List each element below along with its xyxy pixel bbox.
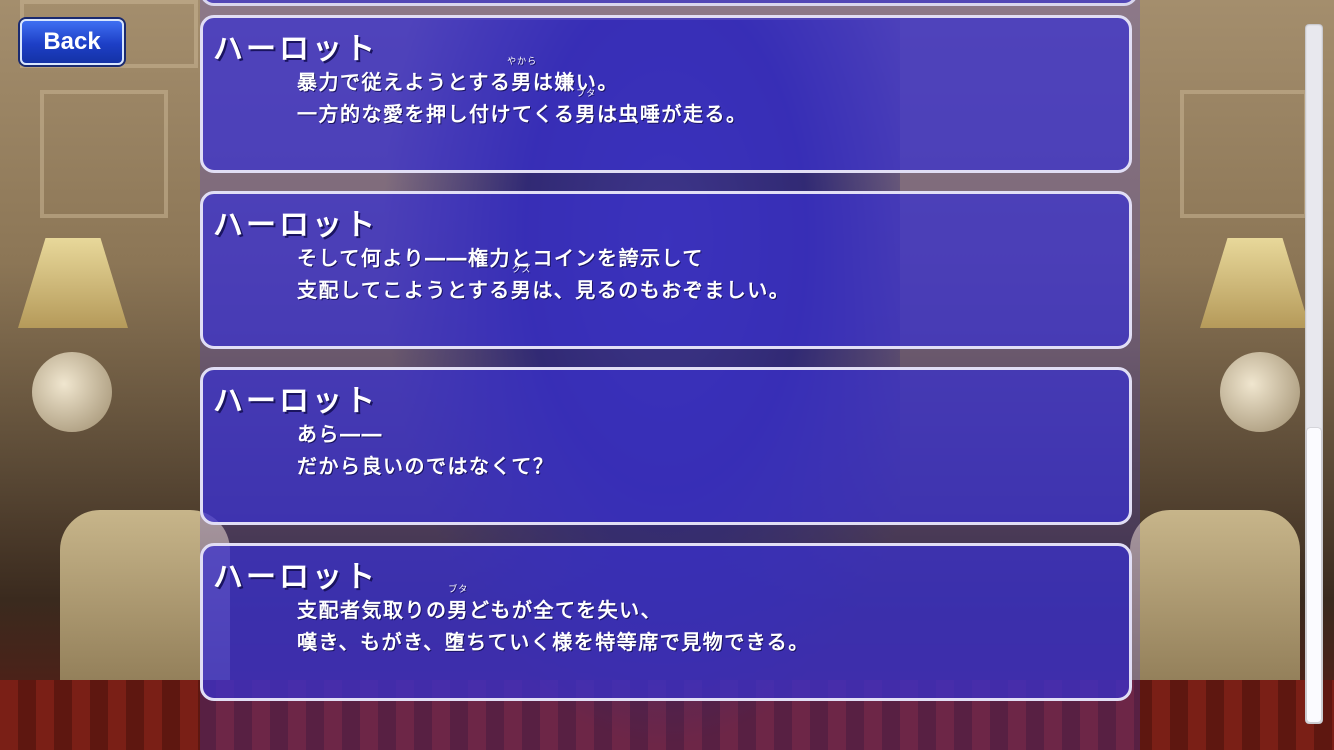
speaker-name: ハーロット (213, 384, 378, 419)
log-entry: ハーロット そして何より――権力とコインを誇示して 支配してこようとする男 クズは… (200, 191, 1132, 349)
sofa (1130, 510, 1300, 700)
dialogue-line: 支配者気取りの男 ブタ どもが全てを失い、 (297, 585, 810, 626)
dialogue-text: 支配者気取りの男 ブタ どもが全てを失い、 嘆き、もがき、堕ちていく様を特等席で見物… (297, 585, 810, 658)
lamp-shade (18, 238, 128, 328)
speaker-name: ハーロット (213, 560, 378, 595)
previous-log-entry-edge (200, 0, 1138, 6)
scrollbar-thumb[interactable] (1307, 428, 1321, 722)
ruby-word: 男やから (507, 57, 538, 94)
dialogue-line: 一方的な愛を押し付けてくる男 ブタ は虫唾が走る。 (297, 89, 748, 130)
ruby-word: 男クズ (510, 265, 533, 302)
dialogue-text: 暴力で従えようとする男 やから は嫌い。 一方的な愛を押し付けてくる男 ブタ は虫唾が走… (297, 57, 748, 130)
log-entry: ハーロット あら―― だから良いのではなくて？ (200, 367, 1132, 525)
lamp-base (1220, 352, 1300, 432)
ruby-word: 男ブタ (575, 89, 597, 126)
dialogue-text: そして何より――権力とコインを誇示して 支配してこようとする男 クズ は、見るのもお… (297, 242, 790, 306)
lamp-base (32, 352, 112, 432)
dialogue-line: 嘆き、もがき、堕ちていく様を特等席で見物できる。 (297, 630, 810, 654)
dialogue-line: そして何より――権力とコインを誇示して (297, 246, 704, 270)
speaker-name: ハーロット (213, 208, 378, 243)
log-entry: ハーロット 暴力で従えようとする男 やから は嫌い。 一方的な愛を押し付けてくる男ブ… (200, 15, 1132, 173)
dialogue-line: だから良いのではなくて？ (297, 454, 555, 478)
wall-panel (1180, 90, 1308, 218)
dialogue-line: あら―― (297, 422, 383, 446)
speaker-name: ハーロット (213, 32, 378, 67)
back-button[interactable]: Back (20, 19, 124, 65)
ruby-word: 男ブタ (447, 585, 469, 622)
lamp-shade (1200, 238, 1310, 328)
log-entry: ハーロット 支配者気取りの男 ブタ どもが全てを失い、 嘆き、もがき、堕ちていく様を… (200, 543, 1132, 701)
dialogue-line: 支配してこようとする男 クズ は、見るのもおぞましい。 (297, 265, 790, 306)
dialogue-line: 暴力で従えようとする男 やから は嫌い。 (297, 57, 748, 98)
wall-panel (40, 90, 168, 218)
dialogue-text: あら―― だから良いのではなくて？ (297, 418, 554, 482)
